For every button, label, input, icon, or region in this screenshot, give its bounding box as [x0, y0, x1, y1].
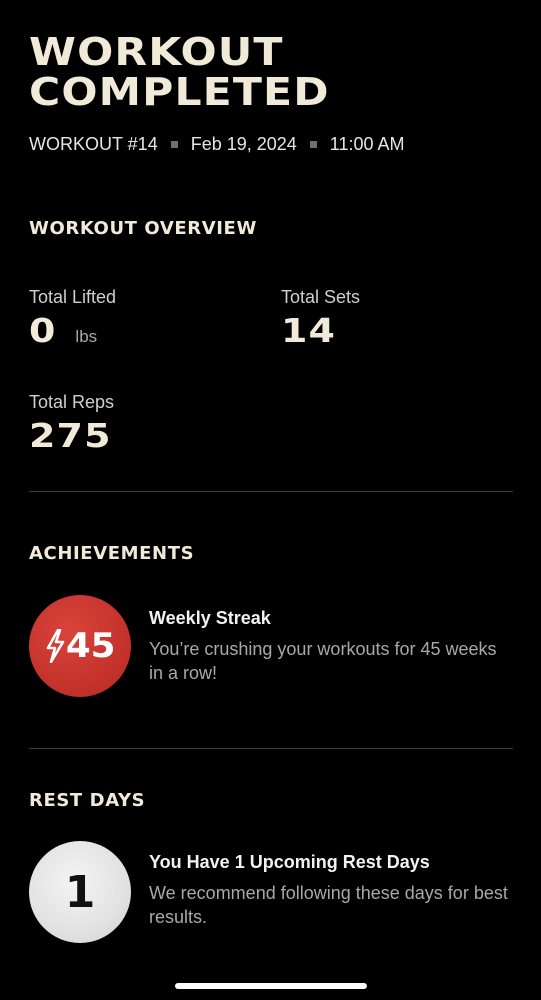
stat-total-sets: Total Sets 14 [281, 287, 360, 349]
title-line-1: WORKOUT [29, 30, 284, 74]
total-reps-label: Total Reps [29, 392, 115, 412]
workout-time: 11:00 AM [329, 134, 405, 154]
total-sets-value: 14 [281, 311, 337, 350]
total-lifted-unit: lbs [75, 327, 98, 346]
streak-count: 45 [66, 626, 116, 666]
total-lifted-value: 0 [29, 311, 57, 350]
total-sets-label: Total Sets [281, 287, 361, 307]
separator-square-icon [170, 141, 178, 148]
overview-heading: WORKOUT OVERVIEW [29, 218, 257, 239]
workout-number: WORKOUT #14 [29, 134, 158, 154]
achievement-item: Weekly Streak You’re crushing your worko… [149, 608, 509, 685]
total-reps-value: 275 [29, 416, 112, 455]
rest-days-count: 1 [64, 866, 96, 918]
workout-summary-screen: WORKOUT COMPLETED WORKOUT #14 Feb 19, 20… [0, 0, 541, 1000]
home-indicator[interactable] [175, 983, 367, 989]
section-divider [29, 491, 513, 492]
rest-days-item: You Have 1 Upcoming Rest Days We recomme… [149, 852, 509, 929]
stat-total-reps: Total Reps 275 [29, 392, 114, 454]
workout-meta: WORKOUT #14 Feb 19, 2024 11:00 AM [29, 134, 405, 155]
separator-square-icon [309, 141, 317, 148]
rest-days-title: You Have 1 Upcoming Rest Days [149, 852, 430, 872]
title-line-2: COMPLETED [29, 70, 330, 114]
workout-date: Feb 19, 2024 [190, 134, 297, 154]
total-lifted-label: Total Lifted [29, 287, 117, 307]
rest-days-heading: REST DAYS [29, 790, 146, 811]
achievements-heading: ACHIEVEMENTS [29, 543, 195, 564]
lightning-bolt-icon [47, 629, 65, 663]
stat-total-lifted: Total Lifted 0 lbs [29, 287, 116, 349]
achievement-description: You’re crushing your workouts for 45 wee… [149, 639, 497, 683]
section-divider [29, 748, 513, 749]
rest-days-description: We recommend following these days for be… [149, 883, 508, 927]
weekly-streak-badge[interactable]: 45 [29, 595, 131, 697]
rest-days-badge[interactable]: 1 [29, 841, 131, 943]
page-title: WORKOUT COMPLETED [29, 32, 330, 112]
achievement-title: Weekly Streak [149, 608, 271, 628]
